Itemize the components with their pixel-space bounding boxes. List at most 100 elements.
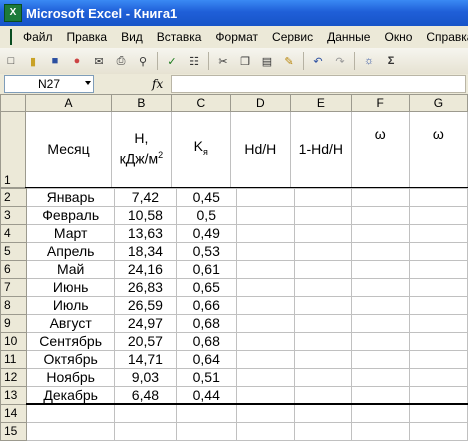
cell-g[interactable] [409,187,468,207]
fx-icon[interactable]: fx [152,77,163,91]
column-header[interactable]: C [171,94,231,112]
cell-h[interactable]: 7,42 [114,187,177,207]
cell-k[interactable]: 0,65 [175,277,237,297]
menu-view[interactable]: Вид [114,30,150,44]
cell-g[interactable] [409,313,468,333]
empty-cell[interactable] [409,421,468,441]
empty-cell[interactable] [26,403,116,423]
row-header[interactable]: 8 [0,295,28,315]
cell-k[interactable]: 0,51 [175,367,237,387]
cell-f[interactable] [351,241,411,261]
empty-cell[interactable] [293,421,353,441]
header-k[interactable]: Kя [171,111,231,189]
empty-cell[interactable] [114,421,177,441]
row-header[interactable]: 10 [0,331,28,351]
cell-k[interactable]: 0,64 [175,349,237,369]
cell-g[interactable] [409,241,468,261]
row-header[interactable]: 14 [0,403,28,423]
cell-e[interactable] [293,313,353,333]
email-icon[interactable]: ✉ [91,53,107,69]
save-icon[interactable]: ■ [47,53,63,69]
cell-h[interactable]: 26,59 [114,295,177,315]
cell-month[interactable]: Февраль [26,205,116,225]
cell-h[interactable]: 6,48 [114,385,177,405]
cell-g[interactable] [409,331,468,351]
cell-h[interactable]: 24,97 [114,313,177,333]
column-header[interactable]: D [229,94,292,112]
menu-format[interactable]: Формат [208,30,265,44]
row-header[interactable]: 15 [0,421,28,441]
cell-g[interactable] [409,385,468,405]
cell-e[interactable] [293,367,353,387]
cell-f[interactable] [351,259,411,279]
cell-e[interactable] [293,349,353,369]
row-header[interactable]: 7 [0,277,28,297]
empty-cell[interactable] [351,403,411,423]
cut-icon[interactable]: ✂ [215,53,231,69]
cell-f[interactable] [351,223,411,243]
row-header[interactable]: 12 [0,367,28,387]
cell-month[interactable]: Май [26,259,116,279]
hyperlink-icon[interactable]: ☼ [361,53,377,69]
empty-cell[interactable] [114,403,177,423]
cell-e[interactable] [293,259,353,279]
cell-f[interactable] [351,187,411,207]
name-box[interactable]: N27 [4,75,94,93]
header-g[interactable]: ω [408,111,468,189]
cell-k[interactable]: 0,53 [175,241,237,261]
cell-k[interactable]: 0,5 [175,205,237,225]
row-header[interactable]: 5 [0,241,28,261]
empty-cell[interactable] [175,403,237,423]
column-header[interactable]: A [25,94,112,112]
cell-k[interactable]: 0,68 [175,313,237,333]
cell-d[interactable] [235,313,295,333]
cell-d[interactable] [235,367,295,387]
cell-month[interactable]: Январь [26,187,116,207]
select-all-corner[interactable] [0,94,27,112]
cell-h[interactable]: 18,34 [114,241,177,261]
row-header[interactable]: 11 [0,349,28,369]
cell-e[interactable] [293,241,353,261]
header-e[interactable]: 1-Hd/H [290,111,352,189]
chevron-down-icon[interactable] [85,81,91,85]
cell-g[interactable] [409,259,468,279]
cell-e[interactable] [293,277,353,297]
research-icon[interactable]: ☷ [186,53,202,69]
menu-edit[interactable]: Правка [60,30,115,44]
cell-g[interactable] [409,295,468,315]
cell-g[interactable] [409,205,468,225]
row-header[interactable]: 9 [0,313,28,333]
format-painter-icon[interactable]: ✎ [281,53,297,69]
column-header[interactable]: B [110,94,173,112]
row-header[interactable]: 3 [0,205,28,225]
empty-cell[interactable] [175,421,237,441]
print-preview-icon[interactable]: ⚲ [135,53,151,69]
cell-d[interactable] [235,241,295,261]
cell-f[interactable] [351,367,411,387]
cell-month[interactable]: Июль [26,295,116,315]
cell-d[interactable] [235,223,295,243]
menu-file[interactable]: Файл [16,30,60,44]
cell-h[interactable]: 9,03 [114,367,177,387]
cell-d[interactable] [235,187,295,207]
row-header[interactable]: 1 [0,111,27,188]
empty-cell[interactable] [26,421,116,441]
column-header[interactable]: E [290,94,352,112]
cell-g[interactable] [409,367,468,387]
cell-month[interactable]: Июнь [26,277,116,297]
cell-f[interactable] [351,385,411,405]
copy-icon[interactable]: ❐ [237,53,253,69]
cell-k[interactable]: 0,45 [175,187,237,207]
cell-h[interactable]: 10,58 [114,205,177,225]
header-h[interactable]: H, кДж/м2 [110,111,173,189]
menu-window[interactable]: Окно [377,30,419,44]
cell-e[interactable] [293,295,353,315]
cell-f[interactable] [351,349,411,369]
permission-icon[interactable]: ● [69,53,85,69]
row-header[interactable]: 6 [0,259,28,279]
cell-e[interactable] [293,331,353,351]
cell-month[interactable]: Октябрь [26,349,116,369]
menu-help[interactable]: Справка [419,30,468,44]
cell-f[interactable] [351,205,411,225]
cell-f[interactable] [351,331,411,351]
